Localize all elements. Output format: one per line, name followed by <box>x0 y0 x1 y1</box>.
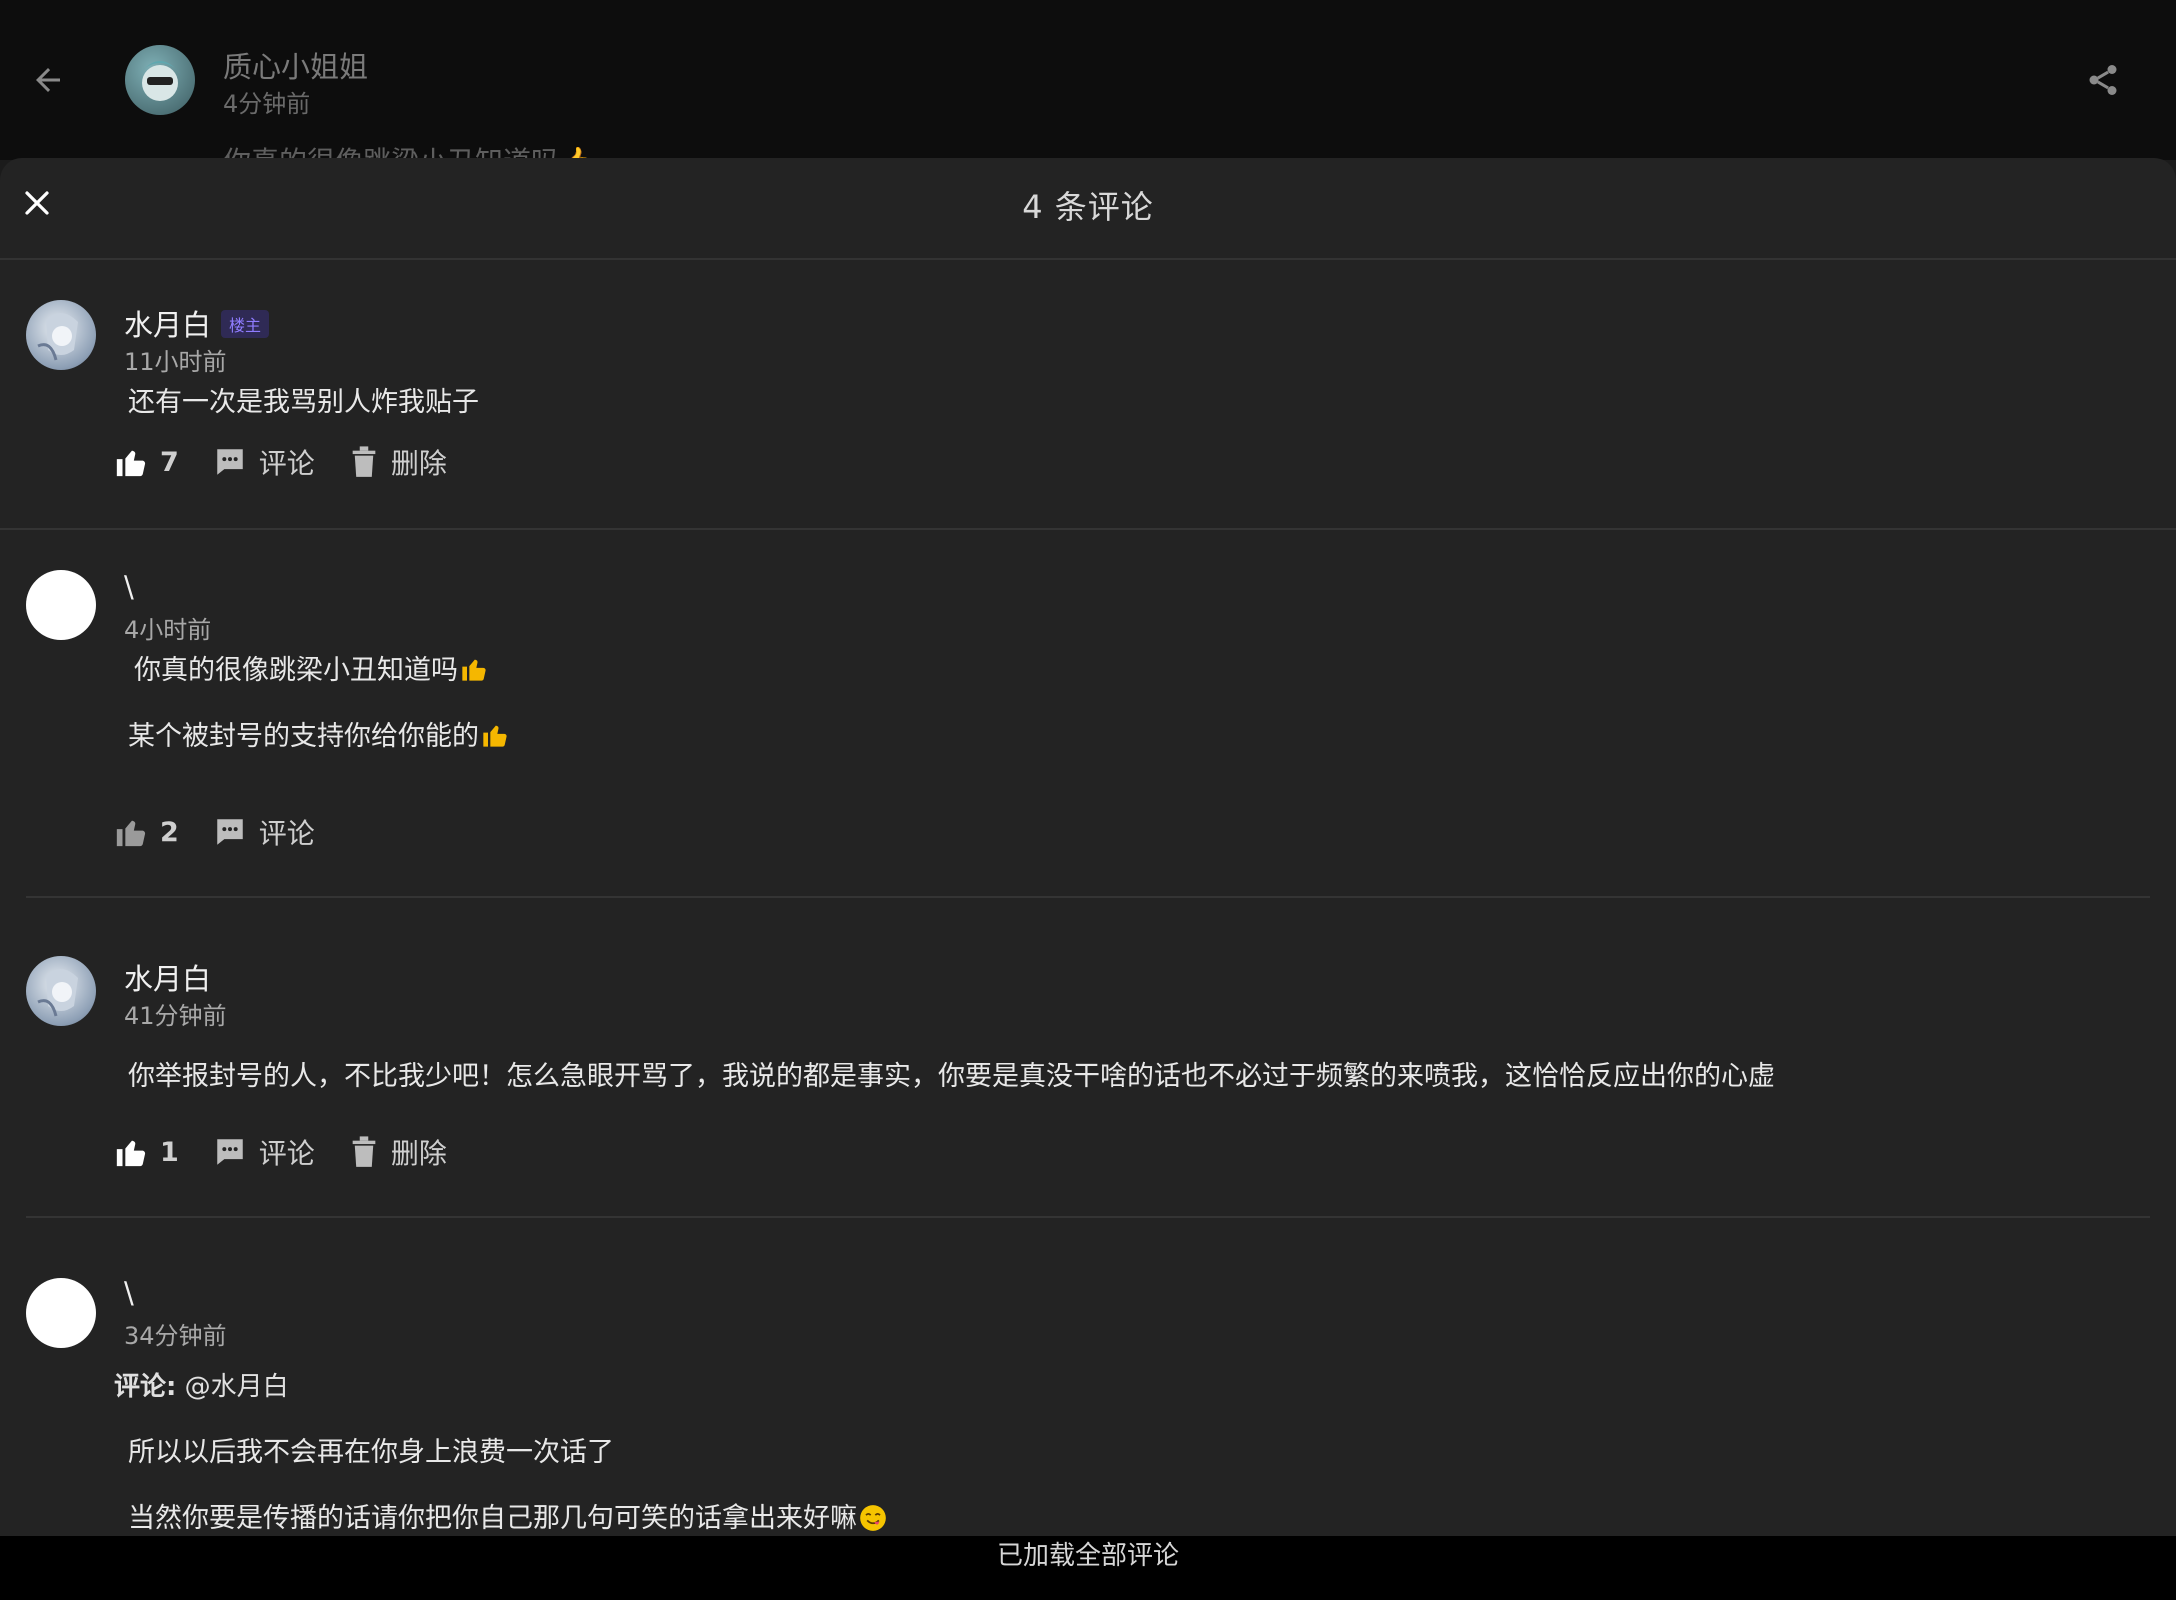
thumbs-up-icon <box>116 450 146 477</box>
comment-time: 41分钟前 <box>124 1002 227 1030</box>
share-icon[interactable] <box>2085 60 2121 100</box>
sheet-header: 4 条评论 <box>0 158 2176 260</box>
comment-username[interactable]: 水月白 <box>124 956 211 998</box>
thumbs-up-emoji-icon <box>462 659 486 681</box>
back-arrow-icon[interactable] <box>30 62 66 98</box>
like-button[interactable]: 7 <box>114 445 179 479</box>
delete-label: 删除 <box>390 1137 447 1170</box>
avatar[interactable] <box>26 1278 96 1348</box>
reply-label: 评论 <box>258 447 315 480</box>
comment-username[interactable]: 水月白 楼主 <box>124 302 270 344</box>
like-count: 1 <box>160 1136 179 1168</box>
comment-actions: 7 评论 删除 <box>114 442 481 482</box>
thumbs-up-icon <box>116 820 146 847</box>
comment-bubble-icon <box>217 819 243 845</box>
divider <box>0 528 2176 530</box>
like-count: 7 <box>160 446 179 478</box>
yum-face-emoji-icon <box>860 1505 886 1531</box>
comment-username[interactable]: \ <box>124 570 134 604</box>
avatar[interactable] <box>26 956 96 1026</box>
thumbs-up-emoji-icon <box>483 725 507 747</box>
comment-time: 34分钟前 <box>124 1322 227 1350</box>
comment-text: 还有一次是我骂别人炸我贴子 <box>128 387 479 418</box>
reply-button[interactable]: 评论 <box>213 1132 315 1172</box>
reply-mention[interactable]: @水月白 <box>185 1372 289 1402</box>
comment-username[interactable]: \ <box>124 1276 134 1310</box>
author-name[interactable]: 质心小姐姐 <box>223 44 368 86</box>
like-count: 2 <box>160 816 179 848</box>
thumbs-up-icon <box>116 1140 146 1167</box>
divider <box>26 896 2150 898</box>
loaded-all-footer: 已加载全部评论 <box>0 1536 2176 1600</box>
comment-text: 你真的很像跳梁小丑知道吗 <box>134 648 488 687</box>
comment-text: 当然你要是传播的话请你把你自己那几句可笑的话拿出来好嘛 <box>128 1496 887 1535</box>
delete-button[interactable]: 删除 <box>349 442 447 482</box>
comment-time: 4小时前 <box>124 616 212 644</box>
top-bar: 质心小姐姐 4分钟前 你真的很像跳梁小丑知道吗👍 <box>0 0 2176 160</box>
trash-icon <box>352 446 376 477</box>
op-badge: 楼主 <box>221 310 270 338</box>
like-button[interactable]: 2 <box>114 815 179 849</box>
comment-actions: 2 评论 <box>114 812 349 852</box>
comment-line: 你真的很像跳梁小丑知道吗 <box>134 655 458 686</box>
comment-text: 你举报封号的人，不比我少吧！怎么急眼开骂了，我说的都是事实，你要是真没干啥的话也… <box>128 1061 1775 1092</box>
comment-bubble-icon <box>217 449 243 475</box>
reply-button[interactable]: 评论 <box>213 812 315 852</box>
reply-to-line: 评论: @水月白 <box>114 1366 289 1403</box>
avatar[interactable] <box>26 300 96 370</box>
comment-count-title: 4 条评论 <box>1022 188 1154 226</box>
delete-button[interactable]: 删除 <box>349 1132 447 1172</box>
divider <box>26 1216 2150 1218</box>
comment-line: 当然你要是传播的话请你把你自己那几句可笑的话拿出来好嘛 <box>128 1503 857 1534</box>
comment-line: 某个被封号的支持你给你能的 <box>128 721 479 752</box>
author-avatar[interactable] <box>125 45 195 115</box>
comment-time: 11小时前 <box>124 348 227 376</box>
trash-icon <box>352 1136 376 1167</box>
post-preview-text: 你真的很像跳梁小丑知道吗👍 <box>223 140 594 160</box>
avatar[interactable] <box>26 570 96 640</box>
comment-actions: 1 评论 删除 <box>114 1132 481 1172</box>
reply-button[interactable]: 评论 <box>213 442 315 482</box>
comment-text: 所以以后我不会再在你身上浪费一次话了 <box>128 1437 614 1468</box>
like-button[interactable]: 1 <box>114 1135 179 1169</box>
comments-sheet: 4 条评论 水月白 楼主 11小时前 还有一次是我骂别人炸我贴子 7 评论 删除… <box>0 158 2176 1536</box>
comment-text: 某个被封号的支持你给你能的 <box>128 714 509 753</box>
username-text: 水月白 <box>124 308 212 342</box>
delete-label: 删除 <box>390 447 447 480</box>
reply-label: 评论 <box>258 817 315 850</box>
comment-bubble-icon <box>217 1139 243 1165</box>
author-post-time: 4分钟前 <box>223 90 311 118</box>
reply-label: 评论 <box>258 1137 315 1170</box>
reply-prefix-label: 评论: <box>114 1372 177 1402</box>
